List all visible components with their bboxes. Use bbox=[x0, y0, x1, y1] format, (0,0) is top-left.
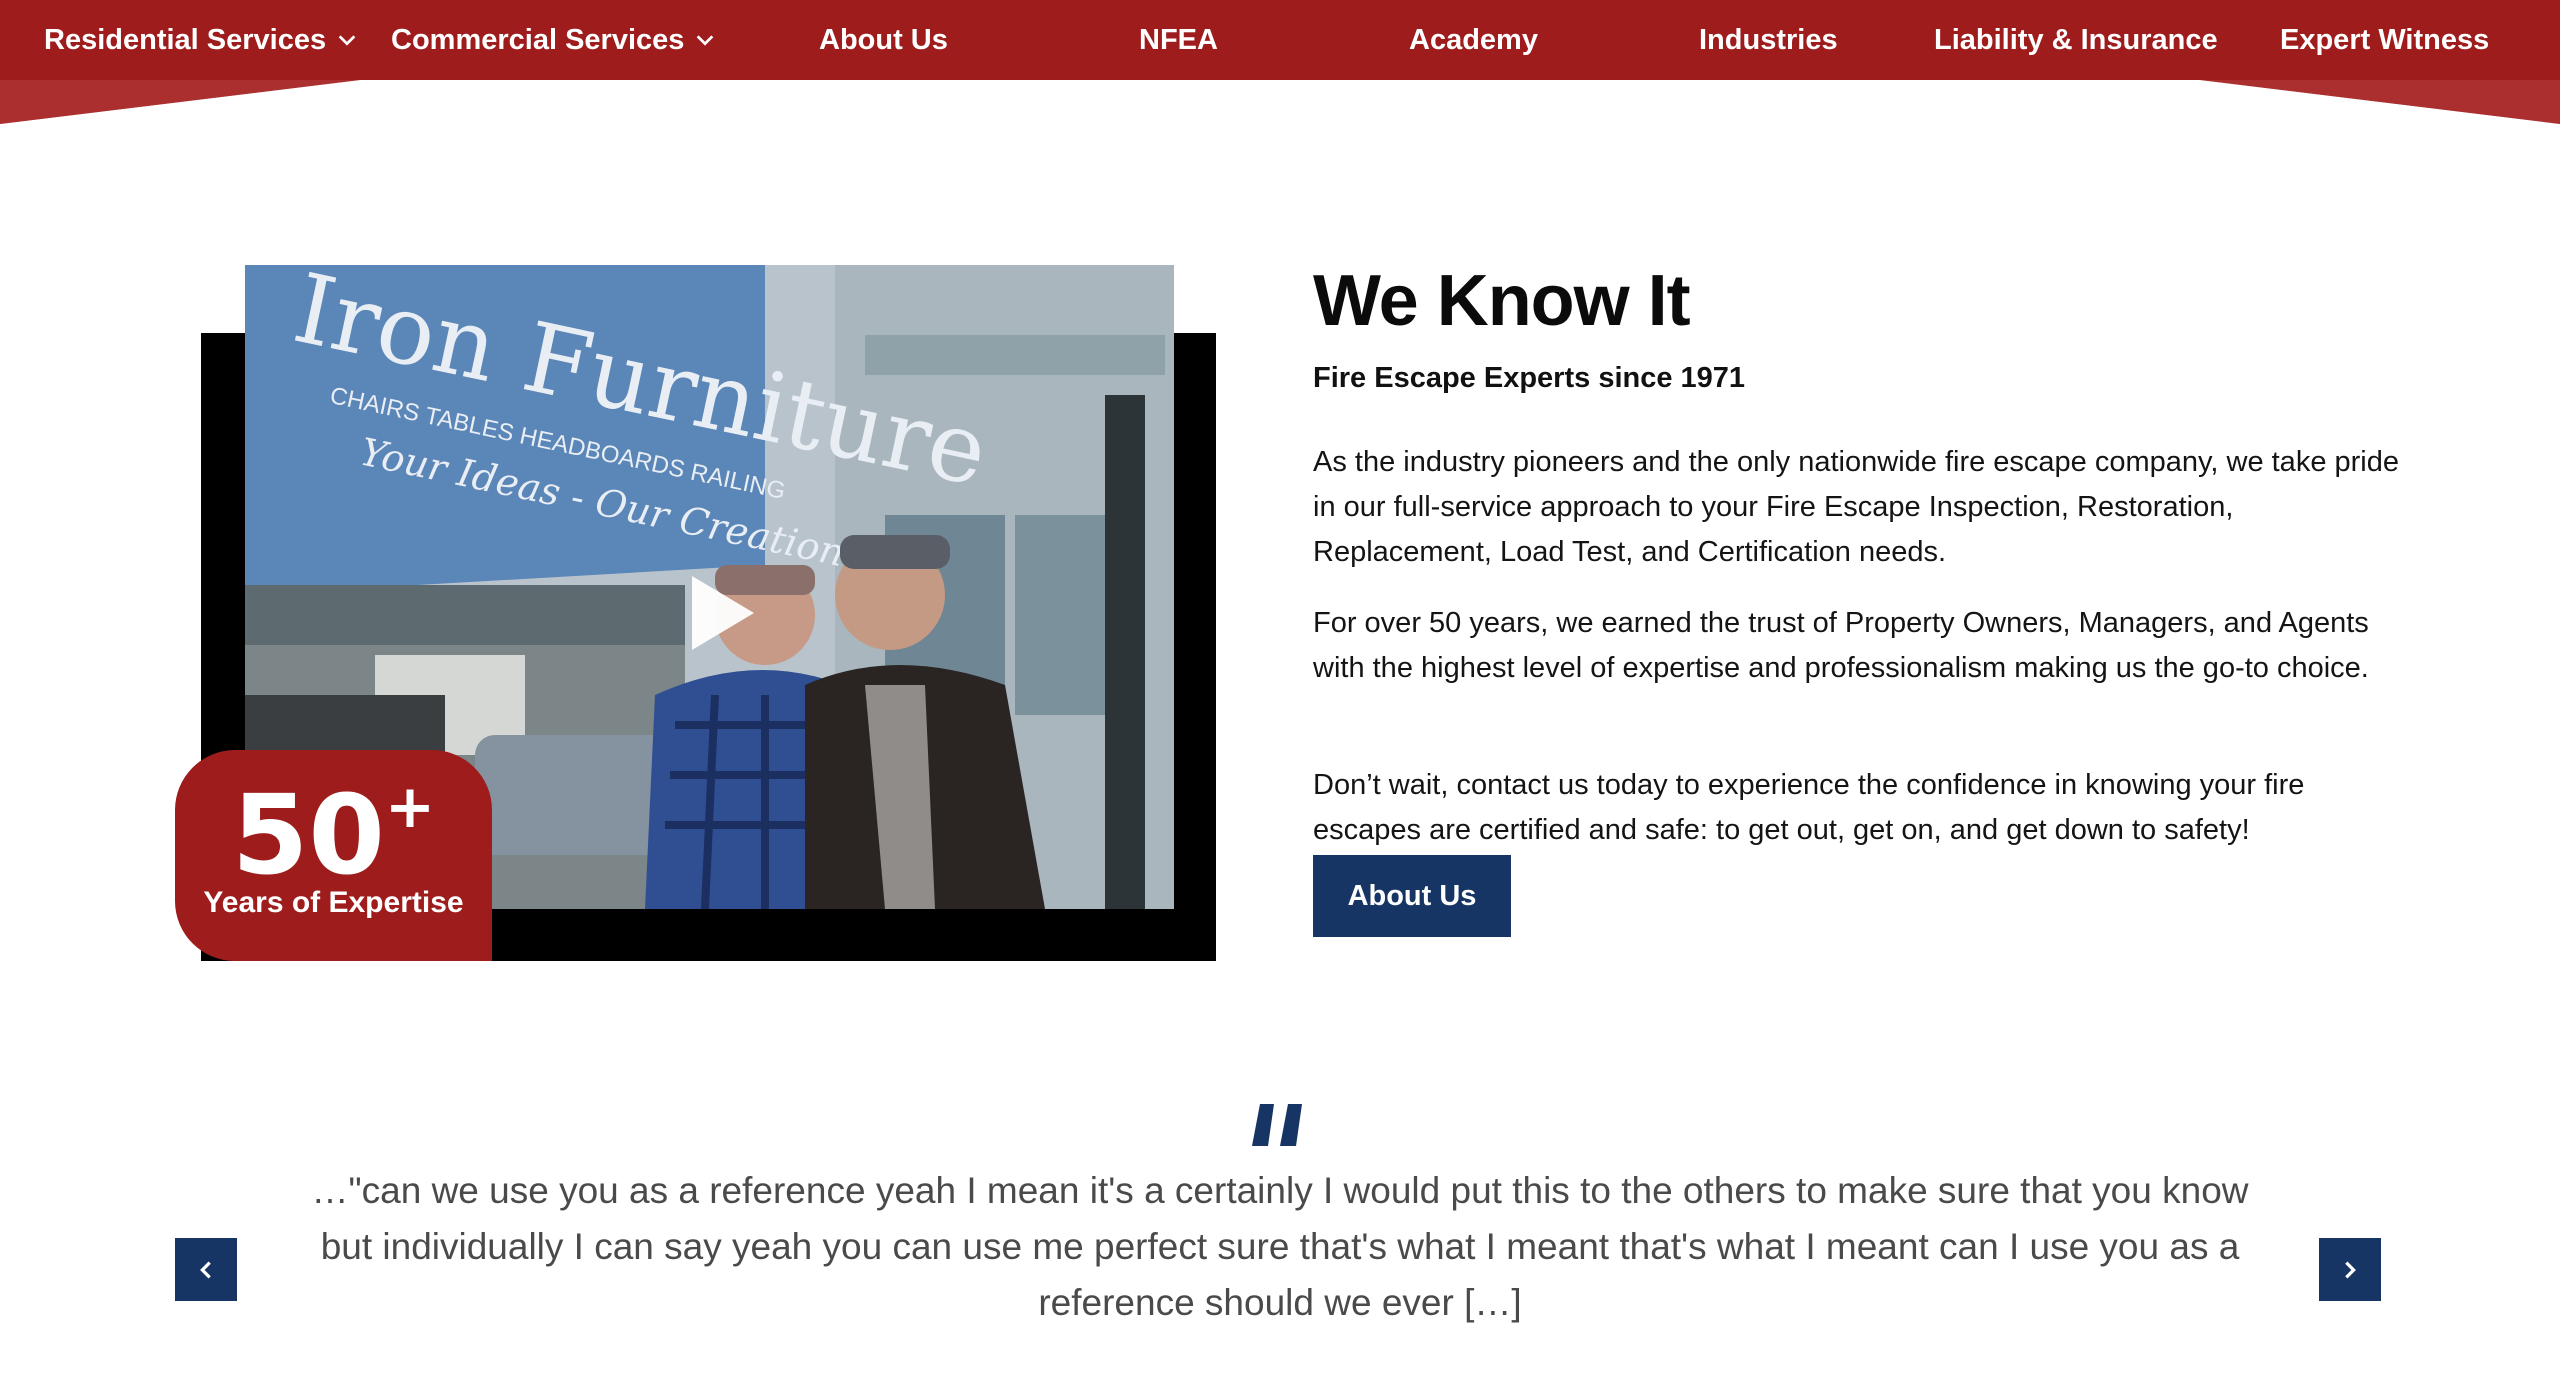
quote-icon bbox=[1252, 1104, 1302, 1146]
top-navigation: Residential Services Commercial Services… bbox=[0, 0, 2560, 130]
chevron-down-icon bbox=[338, 35, 356, 46]
section-subheading: Fire Escape Experts since 1971 bbox=[1313, 362, 1746, 394]
nav-item-label: NFEA bbox=[1139, 23, 1218, 56]
chevron-right-icon bbox=[2345, 1261, 2356, 1278]
nav-item-label: Liability & Insurance bbox=[1934, 23, 2218, 56]
paragraph: Don’t wait, contact us today to experien… bbox=[1313, 769, 2305, 846]
paragraph: As the industry pioneers and the only na… bbox=[1313, 446, 2399, 568]
nav-item-commercial-services[interactable]: Commercial Services bbox=[391, 0, 716, 80]
testimonial-prev-button[interactable] bbox=[175, 1238, 237, 1301]
nav-item-label: Academy bbox=[1409, 23, 1538, 56]
nav-item-industries[interactable]: Industries bbox=[1699, 0, 1838, 80]
nav-item-residential-services[interactable]: Residential Services bbox=[44, 0, 358, 80]
about-us-button[interactable]: About Us bbox=[1313, 855, 1511, 937]
badge-label: Years of Expertise bbox=[203, 886, 464, 919]
chevron-down-icon bbox=[697, 35, 714, 46]
badge-number: 50 bbox=[231, 771, 385, 899]
nav-item-nfea[interactable]: NFEA bbox=[1139, 0, 1218, 80]
badge-suffix: + bbox=[384, 772, 436, 843]
nav-item-label: Residential Services bbox=[44, 23, 327, 56]
nav-item-label: Commercial Services bbox=[391, 23, 685, 56]
nav-item-liability-insurance[interactable]: Liability & Insurance bbox=[1934, 0, 2218, 80]
nav-item-label: Expert Witness bbox=[2280, 23, 2490, 56]
nav-item-label: Industries bbox=[1699, 23, 1838, 56]
chevron-left-icon bbox=[200, 1261, 211, 1278]
badge-number-wrap: 50+ bbox=[175, 777, 492, 890]
testimonial-quote: …"can we use you as a reference yeah I m… bbox=[311, 1170, 2249, 1323]
play-icon[interactable] bbox=[688, 572, 758, 654]
paragraph: For over 50 years, we earned the trust o… bbox=[1313, 607, 2369, 684]
testimonial-next-button[interactable] bbox=[2319, 1238, 2381, 1301]
nav-item-label: About Us bbox=[819, 23, 948, 56]
nav-item-expert-witness[interactable]: Expert Witness bbox=[2280, 0, 2489, 80]
nav-item-academy[interactable]: Academy bbox=[1409, 0, 1538, 80]
section-heading: We Know It bbox=[1313, 261, 1691, 341]
nav-item-about-us[interactable]: About Us bbox=[819, 0, 948, 80]
years-badge: 50+ Years of Expertise bbox=[175, 750, 492, 961]
